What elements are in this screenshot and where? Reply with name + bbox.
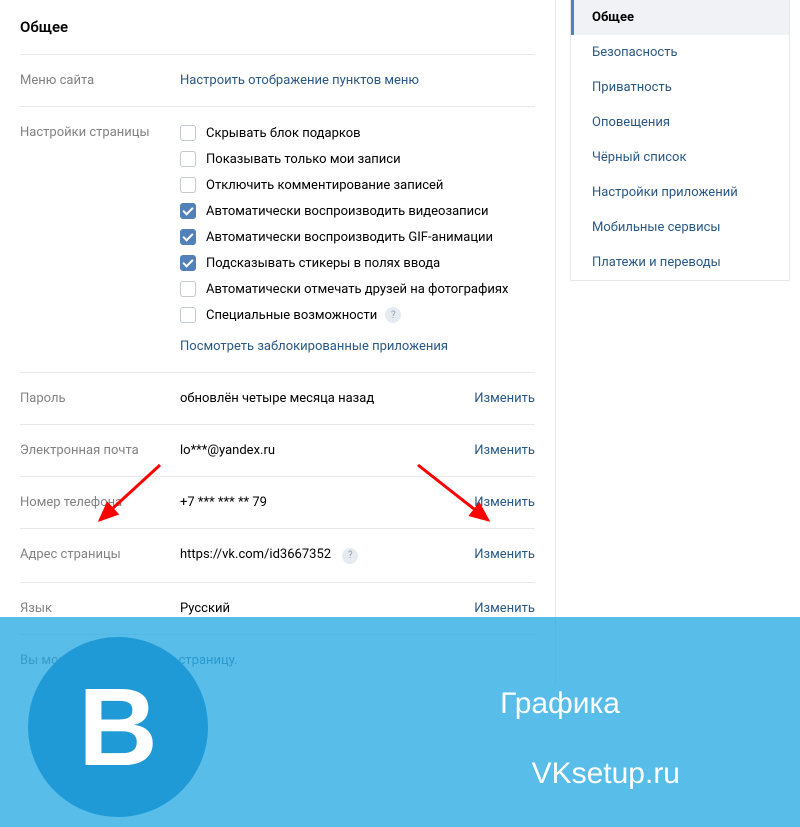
- change-phone-link[interactable]: Изменить: [474, 495, 535, 510]
- row-phone: Номер телефона +7 *** *** ** 79 Изменить: [20, 477, 555, 528]
- value-language: Русский: [180, 601, 455, 616]
- label-phone: Номер телефона: [20, 495, 180, 510]
- page-title: Общее: [20, 0, 555, 54]
- value-email: lo***@yandex.ru: [180, 443, 455, 458]
- row-address: Адрес страницы https://vk.com/id3667352 …: [20, 529, 555, 582]
- row-delete: Вы можете удалить свою страницу.: [20, 635, 555, 686]
- checkbox-unchecked-icon[interactable]: [180, 281, 196, 297]
- change-password-link[interactable]: Изменить: [474, 391, 535, 406]
- help-icon[interactable]: ?: [342, 548, 358, 564]
- main-panel: Общее Меню сайта Настроить отображение п…: [0, 0, 556, 686]
- row-email: Электронная почта lo***@yandex.ru Измени…: [20, 425, 555, 476]
- checkbox-item[interactable]: Показывать только мои записи: [180, 151, 535, 167]
- checkbox-label: Показывать только мои записи: [206, 152, 401, 167]
- row-site-menu: Меню сайта Настроить отображение пунктов…: [20, 55, 555, 106]
- sidebar-item[interactable]: Приватность: [571, 70, 789, 105]
- checkbox-item[interactable]: Специальные возможности?: [180, 307, 535, 323]
- change-language-link[interactable]: Изменить: [474, 601, 535, 616]
- sidebar-item[interactable]: Чёрный список: [571, 140, 789, 175]
- overlay-text-vksetup: VKsetup.ru: [532, 757, 680, 791]
- value-password: обновлён четыре месяца назад: [180, 391, 455, 406]
- overlay-text-grafika: Графика: [500, 687, 620, 721]
- label-email: Электронная почта: [20, 443, 180, 458]
- checkbox-item[interactable]: Автоматически отмечать друзей на фотогра…: [180, 281, 535, 297]
- sidebar-item[interactable]: Безопасность: [571, 35, 789, 70]
- checkbox-checked-icon[interactable]: [180, 255, 196, 271]
- delete-prefix: Вы можете: [20, 653, 91, 668]
- help-icon[interactable]: ?: [385, 307, 401, 323]
- checkbox-item[interactable]: Автоматически воспроизводить видеозаписи: [180, 203, 535, 219]
- checkbox-label: Автоматически воспроизводить GIF-анимаци…: [206, 230, 493, 245]
- checkbox-label: Автоматически воспроизводить видеозаписи: [206, 204, 488, 219]
- checkbox-label: Автоматически отмечать друзей на фотогра…: [206, 282, 508, 297]
- label-address: Адрес страницы: [20, 547, 180, 562]
- row-password: Пароль обновлён четыре месяца назад Изме…: [20, 373, 555, 424]
- change-address-link[interactable]: Изменить: [474, 547, 535, 562]
- sidebar-item[interactable]: Оповещения: [571, 105, 789, 140]
- checkbox-item[interactable]: Отключить комментирование записей: [180, 177, 535, 193]
- label-language: Язык: [20, 601, 180, 616]
- delete-page-link[interactable]: удалить свою страницу.: [91, 653, 238, 668]
- row-page-settings: Настройки страницы Скрывать блок подарко…: [20, 107, 555, 372]
- change-email-link[interactable]: Изменить: [474, 443, 535, 458]
- checkbox-label: Специальные возможности: [206, 308, 377, 323]
- row-language: Язык Русский Изменить: [20, 583, 555, 634]
- checkbox-checked-icon[interactable]: [180, 203, 196, 219]
- checkbox-unchecked-icon[interactable]: [180, 307, 196, 323]
- sidebar-item[interactable]: Мобильные сервисы: [571, 210, 789, 245]
- checkbox-unchecked-icon[interactable]: [180, 151, 196, 167]
- checkbox-checked-icon[interactable]: [180, 229, 196, 245]
- label-password: Пароль: [20, 391, 180, 406]
- blocked-apps-link[interactable]: Посмотреть заблокированные приложения: [180, 339, 448, 354]
- checkbox-item[interactable]: Скрывать блок подарков: [180, 125, 535, 141]
- checkbox-unchecked-icon[interactable]: [180, 177, 196, 193]
- value-phone: +7 *** *** ** 79: [180, 495, 455, 510]
- checkbox-label: Скрывать блок подарков: [206, 126, 361, 141]
- configure-menu-link[interactable]: Настроить отображение пунктов меню: [180, 73, 419, 88]
- checkbox-item[interactable]: Автоматически воспроизводить GIF-анимаци…: [180, 229, 535, 245]
- checkbox-unchecked-icon[interactable]: [180, 125, 196, 141]
- label-site-menu: Меню сайта: [20, 73, 180, 88]
- sidebar-item[interactable]: Настройки приложений: [571, 175, 789, 210]
- sidebar-item[interactable]: Общее: [571, 0, 789, 35]
- checkbox-label: Отключить комментирование записей: [206, 178, 443, 193]
- checkbox-label: Подсказывать стикеры в полях ввода: [206, 256, 440, 271]
- label-page-settings: Настройки страницы: [20, 125, 180, 140]
- value-address: https://vk.com/id3667352: [180, 547, 331, 562]
- checkbox-item[interactable]: Подсказывать стикеры в полях ввода: [180, 255, 535, 271]
- settings-sidebar: ОбщееБезопасностьПриватностьОповещенияЧё…: [570, 0, 790, 281]
- sidebar-item[interactable]: Платежи и переводы: [571, 245, 789, 280]
